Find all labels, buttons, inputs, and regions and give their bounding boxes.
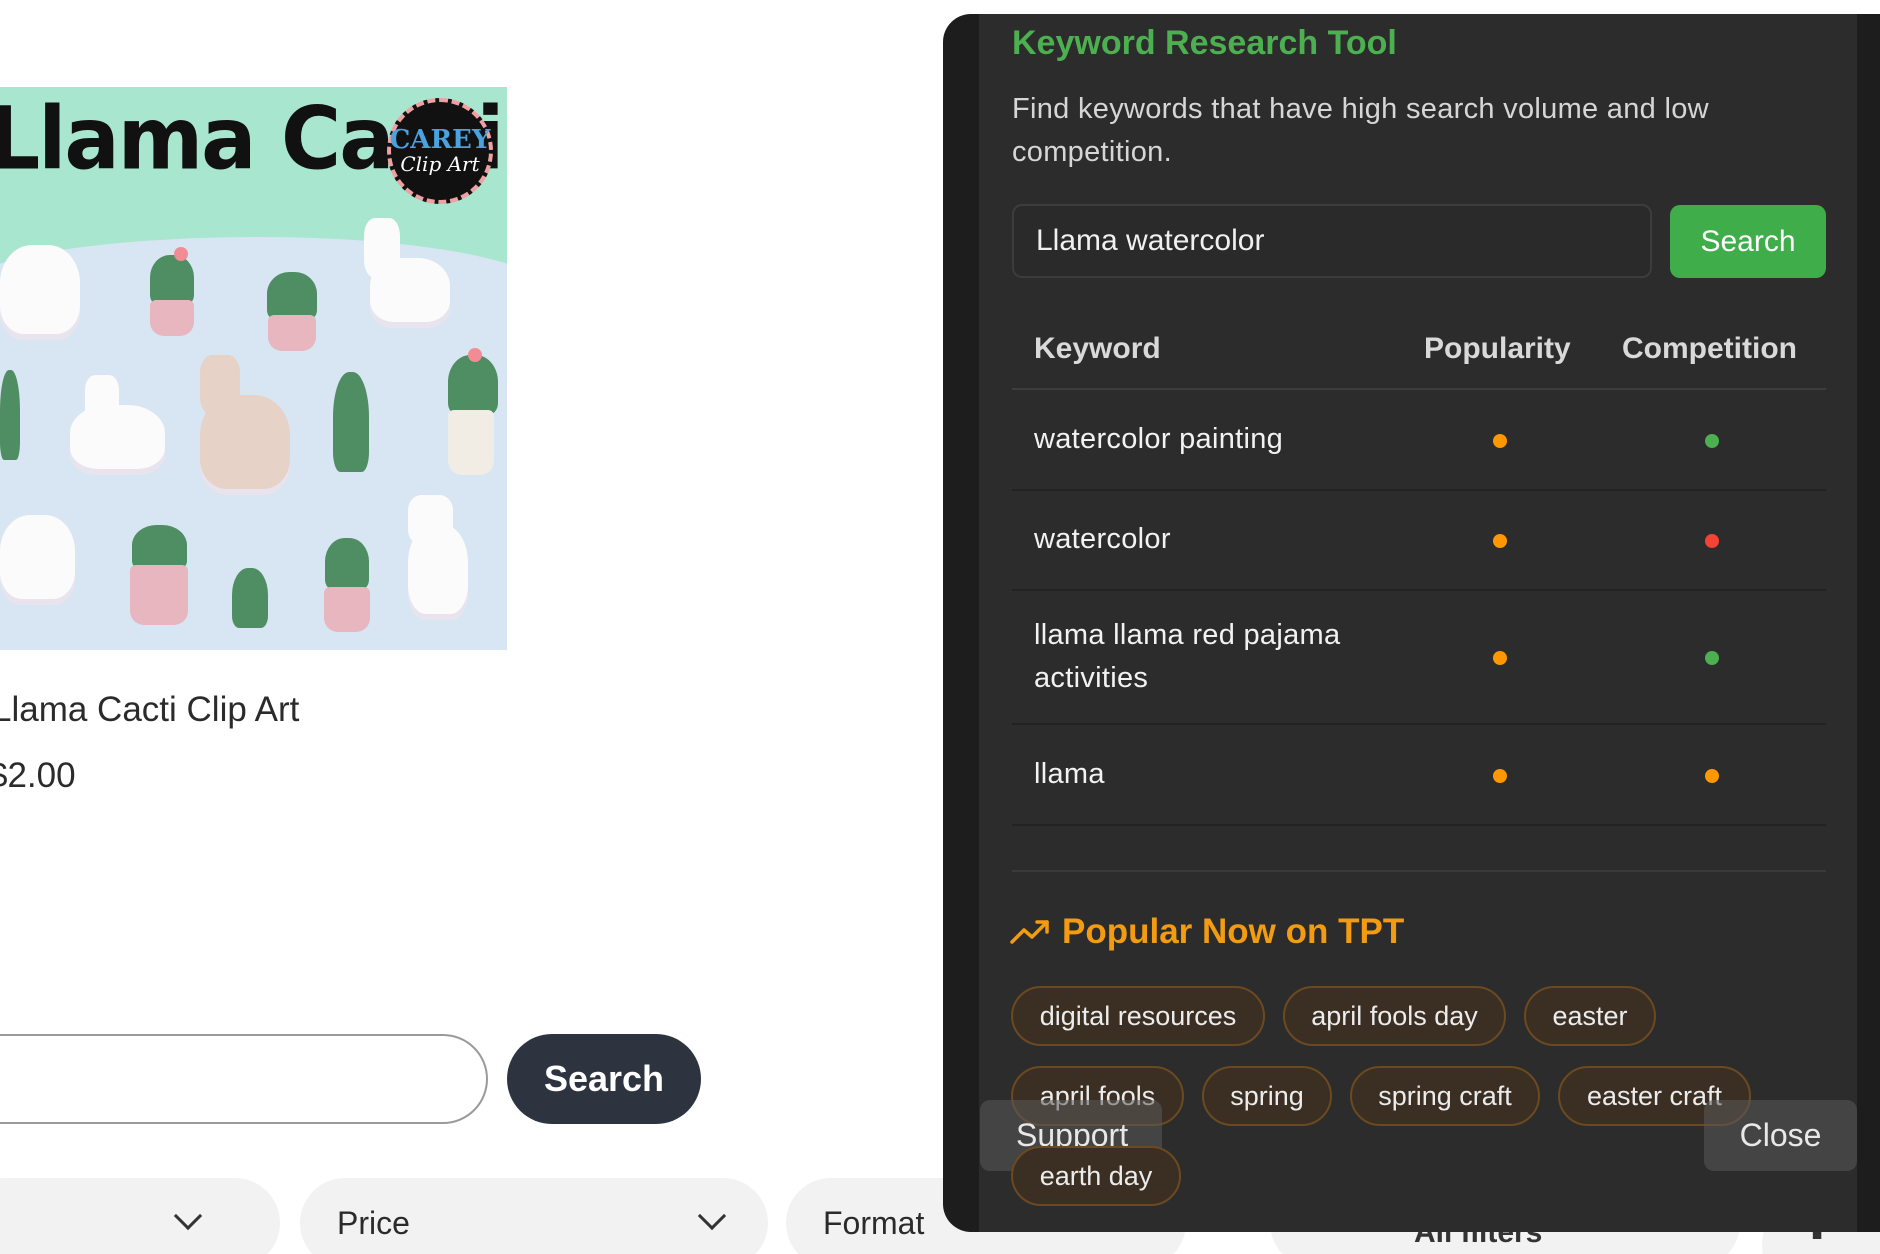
competition-indicator bbox=[1705, 651, 1719, 665]
llama-illustration bbox=[200, 355, 290, 495]
llama-illustration bbox=[408, 495, 468, 620]
popularity-indicator bbox=[1493, 534, 1507, 548]
pot-illustration bbox=[448, 410, 494, 475]
llama-illustration bbox=[0, 515, 75, 605]
cactus-illustration bbox=[333, 372, 369, 472]
cactus-illustration bbox=[132, 525, 187, 570]
close-button[interactable]: Close bbox=[1704, 1100, 1857, 1171]
trending-tag[interactable]: spring craft bbox=[1350, 1066, 1540, 1126]
trending-tag[interactable]: digital resources bbox=[1011, 986, 1265, 1046]
filter-dropdown[interactable] bbox=[0, 1178, 280, 1254]
keyword-cell: llama bbox=[1034, 758, 1105, 790]
popularity-indicator bbox=[1493, 769, 1507, 783]
chevron-down-icon bbox=[173, 1201, 203, 1231]
popularity-indicator bbox=[1493, 434, 1507, 448]
keyword-cell: watercolor bbox=[1034, 523, 1171, 555]
popular-now-title: Popular Now on TPT bbox=[1062, 912, 1405, 951]
row-divider bbox=[1012, 723, 1826, 725]
llama-illustration bbox=[70, 375, 165, 475]
cactus-illustration bbox=[448, 355, 498, 415]
column-header-keyword: Keyword bbox=[1034, 332, 1161, 365]
keyword-search-button[interactable]: Search bbox=[1670, 205, 1826, 278]
flower-illustration bbox=[468, 348, 482, 362]
competition-indicator bbox=[1705, 434, 1719, 448]
pot-illustration bbox=[324, 587, 370, 632]
pot-illustration bbox=[130, 565, 188, 625]
table-header-divider bbox=[1012, 388, 1826, 390]
trending-tag[interactable]: spring bbox=[1202, 1066, 1332, 1126]
keyword-cell: llama llama red pajama activities bbox=[1034, 619, 1341, 694]
page-search-input[interactable] bbox=[0, 1034, 488, 1124]
cactus-illustration bbox=[0, 370, 20, 460]
logo-line-2: Clip Art bbox=[400, 152, 480, 176]
cactus-illustration bbox=[232, 568, 268, 628]
product-price: $2.00 bbox=[0, 756, 76, 795]
page-search-button[interactable]: Search bbox=[507, 1034, 701, 1124]
row-divider bbox=[1012, 824, 1826, 826]
tool-title: Keyword Research Tool bbox=[1012, 24, 1397, 62]
trending-tag[interactable]: april fools day bbox=[1283, 986, 1506, 1046]
competition-indicator bbox=[1705, 769, 1719, 783]
filter-format-label: Format bbox=[823, 1204, 925, 1241]
filter-price-label: Price bbox=[337, 1204, 410, 1241]
tool-description: Find keywords that have high search volu… bbox=[1012, 93, 1709, 168]
cactus-illustration bbox=[267, 272, 317, 320]
pot-illustration bbox=[150, 300, 194, 336]
llama-illustration bbox=[364, 218, 450, 328]
keyword-search-input[interactable] bbox=[1012, 204, 1652, 278]
carey-logo: CAREY Clip Art bbox=[387, 98, 493, 204]
competition-indicator bbox=[1705, 534, 1719, 548]
chevron-down-icon bbox=[697, 1201, 727, 1231]
column-header-competition: Competition bbox=[1622, 332, 1797, 365]
trending-up-icon bbox=[1010, 920, 1049, 944]
flower-illustration bbox=[174, 247, 188, 261]
row-divider bbox=[1012, 489, 1826, 491]
section-divider bbox=[1012, 870, 1826, 872]
popularity-indicator bbox=[1493, 651, 1507, 665]
trending-tag[interactable]: earth day bbox=[1011, 1146, 1181, 1206]
filter-price[interactable]: Price bbox=[300, 1178, 768, 1254]
trending-tag[interactable]: easter bbox=[1524, 986, 1656, 1046]
keyword-cell: watercolor painting bbox=[1034, 423, 1284, 455]
row-divider bbox=[1012, 589, 1826, 591]
column-header-popularity: Popularity bbox=[1424, 332, 1571, 365]
llama-illustration bbox=[0, 245, 80, 340]
panel-scrollbar[interactable] bbox=[1857, 14, 1880, 1232]
cactus-illustration bbox=[150, 255, 194, 305]
pot-illustration bbox=[268, 315, 316, 351]
product-title[interactable]: Llama Cacti Clip Art bbox=[0, 690, 299, 730]
logo-line-1: CAREY bbox=[389, 125, 491, 155]
cactus-illustration bbox=[325, 538, 369, 590]
